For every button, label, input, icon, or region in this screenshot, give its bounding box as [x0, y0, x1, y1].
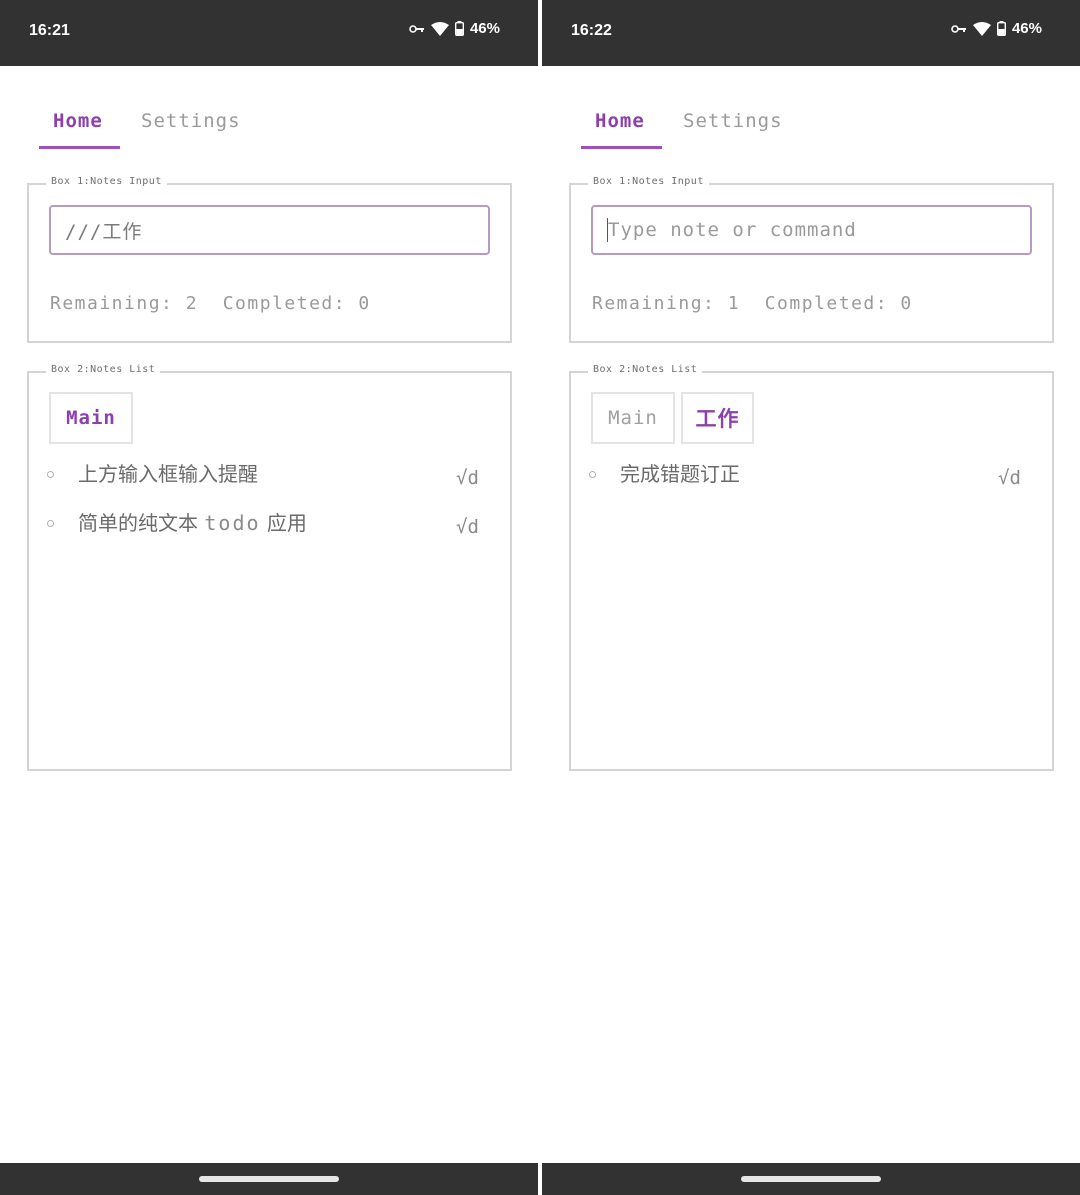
wifi-icon: [430, 21, 449, 36]
note-text: 上方输入框输入提醒: [78, 462, 258, 486]
list-item: 上方输入框输入提醒 √d: [29, 457, 510, 506]
home-gesture-handle[interactable]: [199, 1176, 339, 1182]
status-icons: 46%: [409, 20, 500, 37]
status-time: 16:21: [29, 22, 70, 39]
phone-screen-right: 16:22 46% Home Settings Box 1:Notes Inpu…: [542, 0, 1080, 1195]
counters-text: Remaining: 2 Completed: 0: [50, 293, 371, 314]
notes-list-box: Box 2:Notes List Main 工作 完成错题订正 √d: [569, 364, 1054, 771]
box-legend: Box 1:Notes Input: [588, 176, 709, 187]
bullet-icon: [47, 471, 54, 478]
tab-settings[interactable]: Settings: [669, 100, 797, 149]
vpn-key-icon: [951, 24, 966, 33]
status-bar: 16:22 46%: [542, 0, 1080, 66]
note-input-field[interactable]: Type note or command: [591, 205, 1032, 255]
note-list: 上方输入框输入提醒 √d 简单的纯文本 todo 应用 √d: [29, 457, 510, 555]
list-item: 简单的纯文本 todo 应用 √d: [29, 506, 510, 555]
note-text: 完成错题订正: [620, 462, 740, 486]
tab-bar: Home Settings: [39, 100, 255, 149]
complete-button[interactable]: √d: [456, 467, 479, 489]
category-main[interactable]: Main: [591, 392, 675, 444]
notes-list-box: Box 2:Notes List Main 上方输入框输入提醒 √d 简单的纯文…: [27, 364, 512, 771]
tab-home[interactable]: Home: [581, 100, 662, 149]
battery-icon: [996, 21, 1006, 36]
battery-icon: [454, 21, 464, 36]
bullet-icon: [47, 520, 54, 527]
wifi-icon: [972, 21, 991, 36]
notes-input-box: Box 1:Notes Input Type note or command R…: [569, 176, 1054, 343]
navigation-bar: [0, 1163, 538, 1195]
status-bar: 16:21 46%: [0, 0, 538, 66]
note-list: 完成错题订正 √d: [571, 457, 1052, 506]
navigation-bar: [542, 1163, 1080, 1195]
status-time: 16:22: [571, 22, 612, 39]
battery-percent: 46%: [1011, 20, 1042, 37]
note-text-part: todo: [204, 511, 261, 535]
counters-text: Remaining: 1 Completed: 0: [592, 293, 913, 314]
list-item: 完成错题订正 √d: [571, 457, 1052, 506]
note-text: 简单的纯文本 todo 应用: [78, 507, 307, 536]
tab-bar: Home Settings: [581, 100, 797, 149]
tab-home[interactable]: Home: [39, 100, 120, 149]
battery-percent: 46%: [469, 20, 500, 37]
note-text-part: 简单的纯文本: [78, 511, 205, 535]
tab-settings[interactable]: Settings: [127, 100, 255, 149]
phone-screen-left: 16:21 46% Home Settings Box 1:Notes Inpu…: [0, 0, 538, 1195]
notes-input-box: Box 1:Notes Input ///工作 Remaining: 2 Com…: [27, 176, 512, 343]
complete-button[interactable]: √d: [998, 467, 1021, 489]
note-input-value: ///工作: [65, 220, 143, 243]
complete-button[interactable]: √d: [456, 516, 479, 538]
vpn-key-icon: [409, 24, 424, 33]
category-tabs: Main: [49, 392, 133, 444]
category-main[interactable]: Main: [49, 392, 133, 444]
category-work[interactable]: 工作: [681, 392, 754, 444]
box-legend: Box 1:Notes Input: [46, 176, 167, 187]
box-legend: Box 2:Notes List: [46, 364, 161, 375]
note-input-field[interactable]: ///工作: [49, 205, 490, 255]
status-icons: 46%: [951, 20, 1042, 37]
bullet-icon: [589, 471, 596, 478]
note-text-part: 应用: [260, 511, 307, 535]
note-input-placeholder: Type note or command: [608, 219, 857, 241]
home-gesture-handle[interactable]: [741, 1176, 881, 1182]
category-tabs: Main 工作: [591, 392, 754, 444]
box-legend: Box 2:Notes List: [588, 364, 703, 375]
